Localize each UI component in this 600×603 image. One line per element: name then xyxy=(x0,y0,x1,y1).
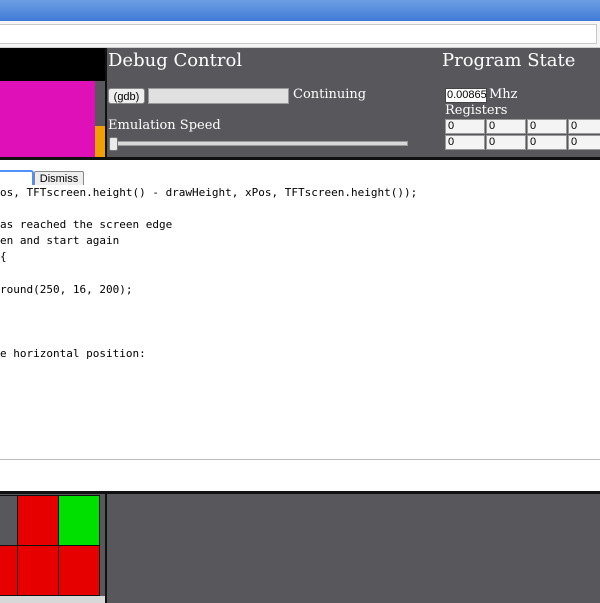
panel-divider xyxy=(105,48,107,157)
code-line: e horizontal position: xyxy=(0,347,146,360)
register-value-2: 0 xyxy=(527,119,567,134)
register-value-4: 0 xyxy=(445,135,485,150)
bottom-panel xyxy=(0,491,600,603)
debug-control-title: Debug Control xyxy=(108,50,243,71)
emulator-screen-main xyxy=(0,81,95,157)
code-line: as reached the screen edge xyxy=(0,218,173,232)
emulation-speed-slider[interactable] xyxy=(110,141,408,146)
registers-label: Registers xyxy=(445,103,508,118)
program-state-title: Program State xyxy=(442,50,576,71)
clock-speed-field[interactable]: 0.00865 xyxy=(445,88,487,103)
register-value-7: 0 xyxy=(568,135,600,150)
emulator-screen-top xyxy=(0,48,105,81)
led-cell xyxy=(58,495,100,546)
led-cell xyxy=(0,545,18,596)
toolbar xyxy=(0,21,600,48)
gdb-command-input[interactable] xyxy=(148,88,289,104)
led-cell xyxy=(17,545,59,596)
register-value-3: 0 xyxy=(568,119,600,134)
address-bar[interactable] xyxy=(0,24,597,44)
register-value-1: 0 xyxy=(486,119,526,134)
window-title-bar xyxy=(0,0,600,21)
debug-status: Continuing xyxy=(293,87,367,102)
code-line: os, TFTscreen.height() - drawHeight, xPo… xyxy=(0,186,418,199)
emulation-speed-slider-thumb[interactable] xyxy=(109,137,118,151)
gdb-button[interactable]: (gdb) xyxy=(108,88,145,104)
top-panel: Debug Control (gdb) Continuing Emulation… xyxy=(0,48,600,160)
emulation-speed-label: Emulation Speed xyxy=(108,118,221,133)
code-editor[interactable]: os, TFTscreen.height() - drawHeight, xPo… xyxy=(0,185,600,460)
emulator-screen-accent xyxy=(95,126,105,157)
clock-speed-unit: Mhz xyxy=(489,87,518,102)
code-line: { xyxy=(0,250,7,264)
led-cell xyxy=(17,495,59,546)
code-line: en and start again xyxy=(0,234,120,248)
led-cell xyxy=(58,545,100,596)
register-value-0: 0 xyxy=(445,119,485,134)
code-line: round(250, 16, 200); xyxy=(0,282,133,296)
register-value-5: 0 xyxy=(486,135,526,150)
led-cell xyxy=(0,495,18,546)
panel-divider xyxy=(105,494,107,603)
code-editor-footer xyxy=(0,459,600,492)
register-value-6: 0 xyxy=(527,135,567,150)
